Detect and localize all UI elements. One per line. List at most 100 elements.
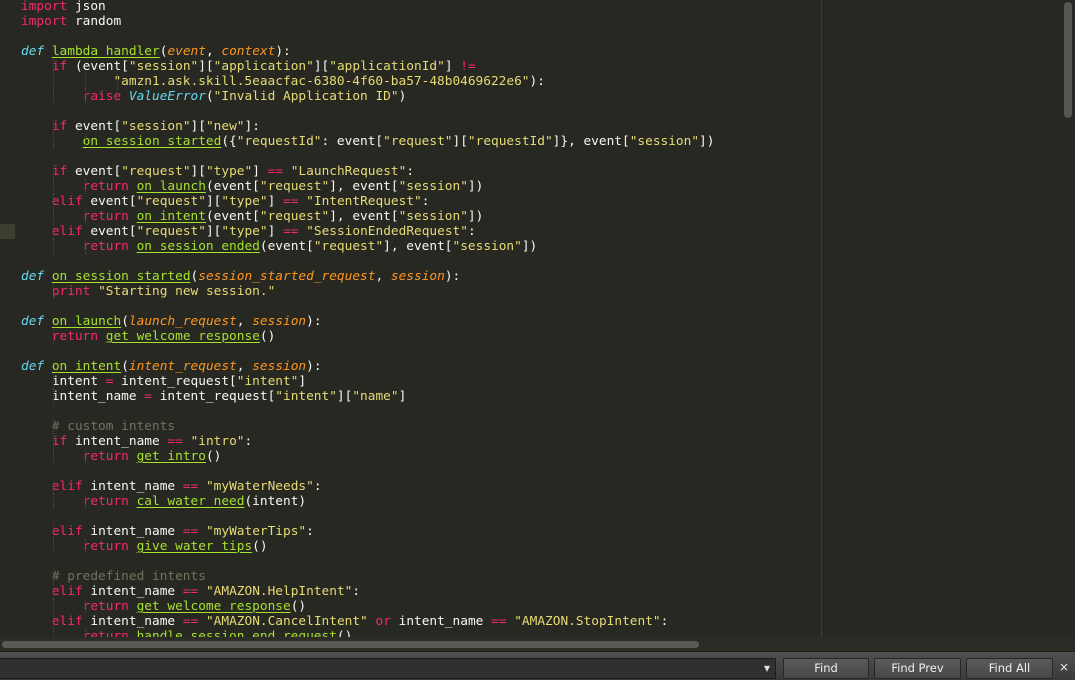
close-icon[interactable]: × (1057, 660, 1071, 674)
code-token: "intent" (275, 389, 337, 404)
indent-guide (53, 329, 54, 344)
code-line[interactable] (21, 29, 714, 44)
code-token: def (21, 269, 45, 284)
code-line[interactable]: return cal_water_need(intent) (21, 494, 714, 509)
code-token: , (236, 314, 253, 329)
code-token: event (167, 44, 206, 59)
code-line[interactable] (21, 404, 714, 419)
code-token: if (51, 59, 68, 74)
code-token: session_started_request (198, 269, 376, 284)
chevron-down-icon[interactable]: ▾ (760, 660, 774, 676)
code-line[interactable]: on_session_started({"requestId": event["… (21, 134, 714, 149)
code-line[interactable]: return get_welcome_response() (21, 329, 714, 344)
code-line[interactable]: elif intent_name == "myWaterNeeds": (21, 479, 714, 494)
code-line[interactable]: intent_name = intent_request["intent"]["… (21, 389, 714, 404)
code-token: : (313, 479, 322, 494)
code-line[interactable] (21, 149, 714, 164)
indent-guide (53, 209, 54, 224)
code-line[interactable]: "amzn1.ask.skill.5eaacfac-6380-4f60-ba57… (21, 74, 714, 89)
code-line[interactable]: raise ValueError("Invalid Application ID… (21, 89, 714, 104)
code-token: "applicationId" (329, 59, 445, 74)
code-line[interactable]: def on_launch(launch_request, session): (21, 314, 714, 329)
code-line[interactable]: intent = intent_request["intent"] (21, 374, 714, 389)
code-line[interactable]: return on_launch(event["request"], event… (21, 179, 714, 194)
code-token: "request" (313, 239, 384, 254)
code-line[interactable]: return get_intro() (21, 449, 714, 464)
code-token: # predefined intents (51, 569, 206, 584)
code-token: ], event[ (383, 239, 453, 254)
find-all-button[interactable]: Find All (966, 658, 1053, 679)
code-token: "new" (205, 119, 245, 134)
code-token: intent_request (128, 359, 237, 374)
code-line[interactable]: import random (21, 14, 714, 29)
code-line[interactable]: def on_intent(intent_request, session): (21, 359, 714, 374)
code-line[interactable]: elif intent_name == "AMAZON.CancelIntent… (21, 614, 714, 629)
code-line[interactable]: return get_welcome_response() (21, 599, 714, 614)
code-token: intent_name (82, 584, 183, 599)
code-token: ], event[ (329, 179, 399, 194)
code-line[interactable]: def lambda_handler(event, context): (21, 44, 714, 59)
code-line[interactable]: return on_session_ended(event["request"]… (21, 239, 714, 254)
code-line[interactable]: # predefined intents (21, 569, 714, 584)
horizontal-scrollbar-thumb[interactable] (2, 641, 699, 648)
code-line[interactable]: if (event["session"]["application"]["app… (21, 59, 714, 74)
code-line[interactable]: def on_session_started(session_started_r… (21, 269, 714, 284)
code-token: or (375, 614, 391, 629)
code-token: ][ (190, 119, 206, 134)
indent-guide (53, 539, 54, 554)
code-token: "session" (629, 134, 700, 149)
find-input[interactable] (0, 658, 776, 679)
code-token: "request" (383, 134, 453, 149)
code-token: "request" (136, 224, 206, 239)
vertical-scrollbar-thumb[interactable] (1064, 2, 1072, 118)
code-token: elif (51, 224, 83, 239)
code-line[interactable] (21, 254, 714, 269)
code-token: intent_name (82, 479, 183, 494)
code-line[interactable]: elif event["request"]["type"] == "Sessio… (21, 224, 714, 239)
code-line[interactable]: import json (21, 0, 714, 14)
code-lines[interactable]: import json import random def lambda_handl… (21, 0, 714, 637)
indent-guide (53, 569, 54, 584)
code-line[interactable]: if intent_name == "intro": (21, 434, 714, 449)
code-line[interactable]: elif intent_name == "myWaterTips": (21, 524, 714, 539)
code-token: "request" (121, 164, 191, 179)
code-line[interactable]: # custom intents (21, 419, 714, 434)
code-editor[interactable]: import json import random def lambda_handl… (0, 0, 1060, 637)
code-token: import (21, 14, 68, 29)
code-line[interactable] (21, 104, 714, 119)
code-token: : (421, 194, 430, 209)
code-token: ][ (190, 164, 206, 179)
find-prev-button[interactable]: Find Prev (874, 658, 961, 679)
code-line[interactable] (21, 344, 714, 359)
code-line[interactable]: print "Starting new session." (21, 284, 714, 299)
code-token: ): (306, 314, 322, 329)
code-line[interactable]: if event["session"]["new"]: (21, 119, 714, 134)
code-line[interactable]: return give_water_tips() (21, 539, 714, 554)
code-token: != (460, 59, 476, 74)
code-line[interactable] (21, 554, 714, 569)
code-line[interactable]: if event["request"]["type"] == "LaunchRe… (21, 164, 714, 179)
code-token: ): (306, 359, 322, 374)
code-line[interactable]: return handle_session_end_request() (21, 629, 714, 637)
code-token: "request" (259, 179, 330, 194)
code-token: intent_name (390, 614, 492, 629)
code-line[interactable]: return on_intent(event["request"], event… (21, 209, 714, 224)
code-line[interactable] (21, 299, 714, 314)
find-button[interactable]: Find (783, 658, 869, 679)
code-token: ]: (244, 119, 260, 134)
code-token: if (51, 119, 68, 134)
code-line[interactable] (21, 464, 714, 479)
code-line[interactable]: elif intent_name == "AMAZON.HelpIntent": (21, 584, 714, 599)
indent-guide (53, 629, 54, 637)
code-line[interactable] (21, 509, 714, 524)
code-line[interactable]: elif event["request"]["type"] == "Intent… (21, 194, 714, 209)
